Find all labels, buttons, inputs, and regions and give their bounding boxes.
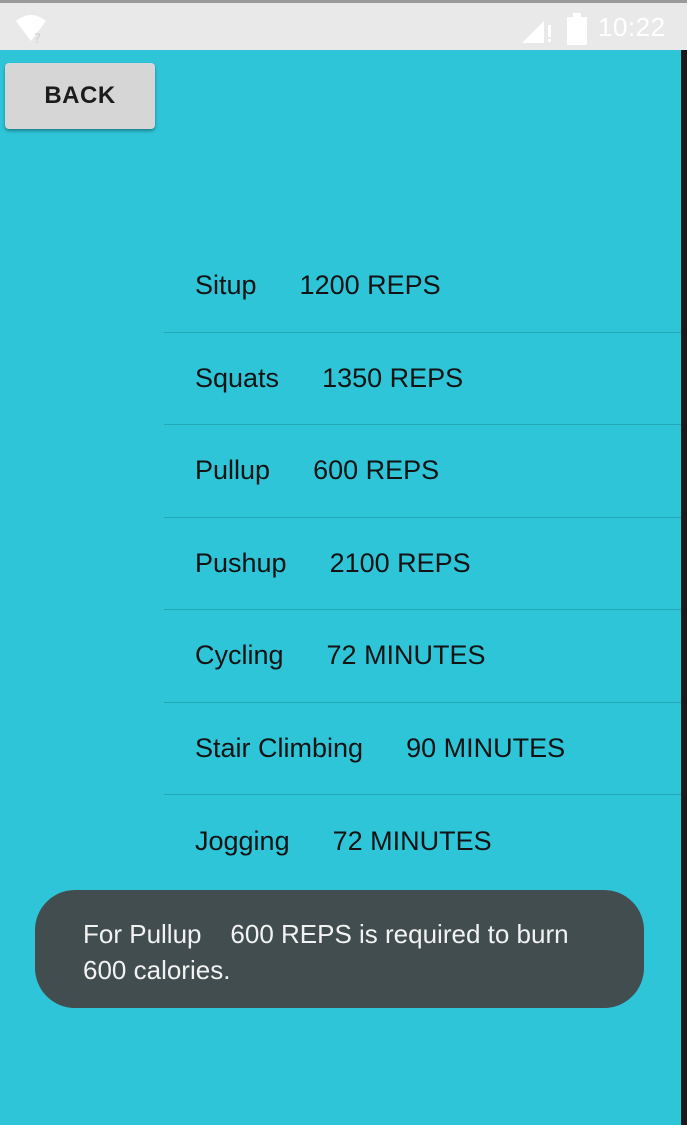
toast-message: For Pullup 600 REPS is required to burn … bbox=[35, 890, 644, 1008]
exercise-amount: 1200 REPS bbox=[299, 270, 441, 301]
list-item[interactable]: Squats 1350 REPS bbox=[164, 333, 681, 425]
exercise-name: Situp bbox=[195, 270, 257, 301]
exercise-amount: 90 MINUTES bbox=[406, 732, 566, 763]
battery-icon bbox=[567, 13, 587, 45]
exercise-amount: 1350 REPS bbox=[322, 362, 464, 393]
exercise-name: Cycling bbox=[195, 640, 284, 671]
list-item[interactable]: Pullup 600 REPS bbox=[164, 425, 681, 518]
back-button[interactable]: BACK bbox=[5, 63, 155, 129]
exercise-name: Jogging bbox=[195, 825, 290, 856]
exercise-name: Stair Climbing bbox=[195, 732, 364, 763]
exercise-amount: 72 MINUTES bbox=[326, 640, 486, 671]
exercise-name: Pushup bbox=[195, 547, 287, 578]
toast-text: For Pullup 600 REPS is required to burn … bbox=[83, 919, 576, 985]
svg-text:?: ? bbox=[34, 32, 41, 45]
exercise-list: Situp 1200 REPS Squats 1350 REPS Pullup … bbox=[164, 240, 681, 888]
wifi-unknown-icon: ? bbox=[16, 15, 46, 45]
status-time: 10:22 bbox=[598, 12, 666, 42]
exercise-name: Pullup bbox=[195, 455, 271, 486]
list-item[interactable]: Pushup 2100 REPS bbox=[164, 518, 681, 610]
exercise-amount: 600 REPS bbox=[313, 455, 440, 486]
list-item[interactable]: Stair Climbing 90 MINUTES bbox=[164, 703, 681, 795]
exercise-amount: 2100 REPS bbox=[329, 547, 471, 578]
screen-edge bbox=[681, 50, 687, 1125]
signal-icon bbox=[522, 21, 551, 43]
list-item[interactable]: Cycling 72 MINUTES bbox=[164, 610, 681, 703]
list-item[interactable]: Jogging 72 MINUTES bbox=[164, 795, 681, 888]
exercise-amount: 72 MINUTES bbox=[332, 825, 492, 856]
status-bar: ? 10:22 bbox=[0, 0, 687, 50]
list-item[interactable]: Situp 1200 REPS bbox=[164, 240, 681, 333]
exercise-name: Squats bbox=[195, 362, 280, 393]
